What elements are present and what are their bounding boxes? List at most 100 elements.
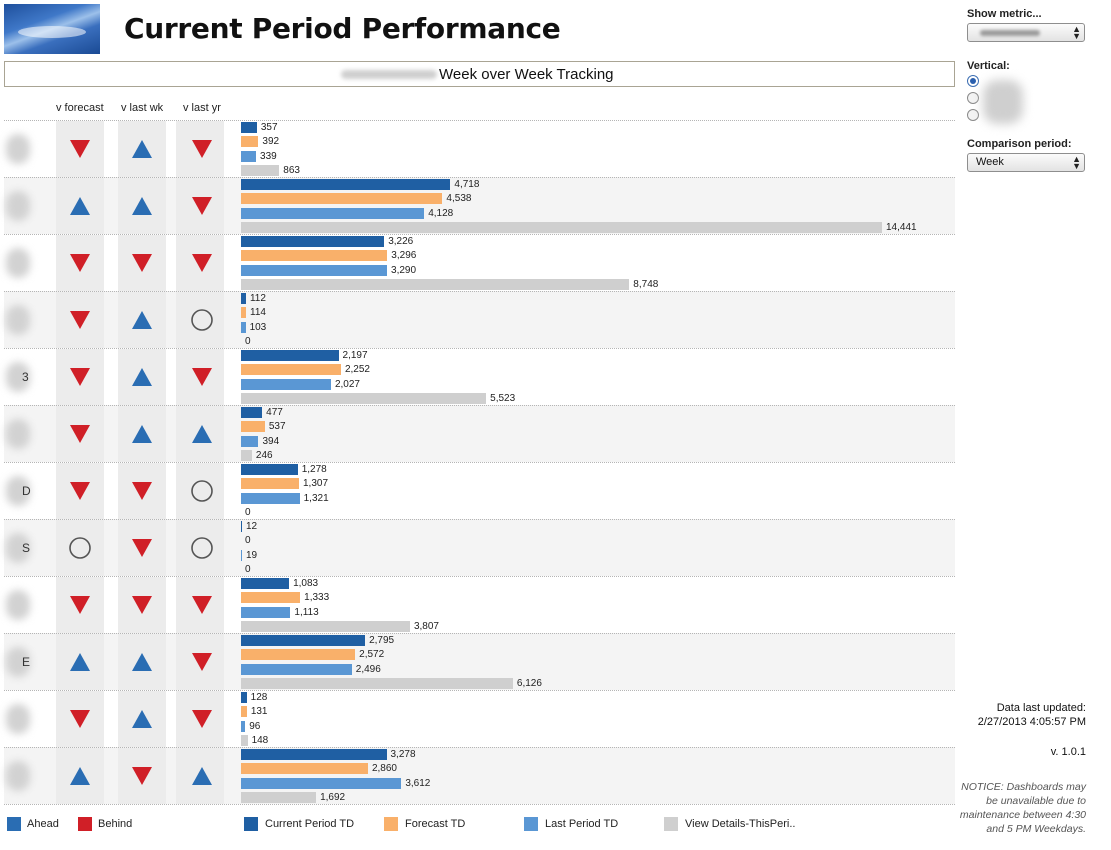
legend-last-period-label[interactable]: Last Period TD: [545, 818, 618, 830]
bar-forecast[interactable]: [241, 592, 301, 604]
bar-last-period[interactable]: [241, 720, 246, 732]
legend-ahead-swatch[interactable]: [7, 817, 21, 831]
bar-current[interactable]: [241, 749, 387, 760]
legend-forecast-swatch[interactable]: [384, 817, 398, 831]
redacted-vertical-options: [983, 80, 1023, 124]
col-header-v-last-wk: v last wk: [121, 102, 164, 114]
bar-current[interactable]: [241, 464, 298, 475]
bar-forecast[interactable]: [241, 478, 299, 490]
neutral-circle-icon: [68, 536, 92, 560]
bar-details[interactable]: [241, 392, 487, 404]
bar-details[interactable]: [241, 449, 252, 461]
bar-details[interactable]: [241, 677, 513, 689]
col-header-v-last-yr: v last yr: [183, 102, 221, 114]
metric-dropdown[interactable]: ▲ ▼: [967, 23, 1085, 42]
bar-last-period[interactable]: [241, 663, 352, 675]
bar-current[interactable]: [241, 179, 451, 190]
bar-forecast[interactable]: [241, 250, 388, 262]
bar-forecast[interactable]: [241, 421, 265, 433]
redacted-row-name: [6, 191, 30, 221]
behind-down-triangle-icon: [190, 194, 214, 218]
col-header-v-forecast: v forecast: [56, 102, 104, 114]
row-separator: [4, 519, 955, 520]
legend-behind-swatch[interactable]: [78, 817, 92, 831]
bar-details[interactable]: [241, 221, 882, 233]
legend-behind-label[interactable]: Behind: [98, 818, 132, 830]
bar-last-period[interactable]: [241, 378, 331, 390]
legend-details-label[interactable]: View Details-ThisPeri..: [685, 818, 795, 830]
bar-details[interactable]: [241, 164, 280, 176]
vertical-radio-3[interactable]: [967, 109, 979, 121]
legend-current-label[interactable]: Current Period TD: [265, 818, 354, 830]
bar-last-period[interactable]: [241, 264, 388, 276]
row-separator: [4, 177, 955, 178]
bar-current[interactable]: [241, 236, 385, 247]
bar-value-label: 1,083: [293, 578, 319, 589]
row-separator: [4, 348, 955, 349]
bar-last-period[interactable]: [241, 321, 246, 333]
legend-last-period-swatch[interactable]: [524, 817, 538, 831]
ahead-up-triangle-icon: [130, 650, 154, 674]
behind-down-triangle-icon: [190, 593, 214, 617]
bar-forecast[interactable]: [241, 763, 368, 775]
behind-down-triangle-icon: [68, 707, 92, 731]
legend-ahead-label[interactable]: Ahead: [27, 818, 59, 830]
bar-forecast[interactable]: [241, 364, 341, 376]
bar-current[interactable]: [241, 350, 339, 361]
ahead-up-triangle-icon: [190, 764, 214, 788]
bar-forecast[interactable]: [241, 649, 356, 661]
ahead-up-triangle-icon: [190, 422, 214, 446]
bar-value-label: 1,307: [303, 478, 329, 490]
bar-last-period[interactable]: [241, 207, 425, 219]
bar-value-label: 2,795: [369, 635, 395, 646]
bar-last-period[interactable]: [241, 150, 257, 162]
bar-current[interactable]: [241, 635, 366, 646]
bar-current[interactable]: [241, 521, 242, 532]
bar-value-label: 2,572: [359, 649, 385, 661]
neutral-circle-icon: [190, 536, 214, 560]
bar-details[interactable]: [241, 620, 410, 632]
legend-forecast-label[interactable]: Forecast TD: [405, 818, 465, 830]
redacted-metric-value: [980, 30, 1040, 36]
row-separator: [4, 747, 955, 748]
bar-forecast[interactable]: [241, 136, 259, 148]
bar-current[interactable]: [241, 407, 263, 418]
bar-forecast[interactable]: [241, 193, 443, 205]
bar-current[interactable]: [241, 692, 247, 703]
bar-value-label: 1,113: [294, 606, 319, 618]
ahead-up-triangle-icon: [68, 650, 92, 674]
bar-last-period[interactable]: [241, 435, 259, 447]
behind-down-triangle-icon: [130, 764, 154, 788]
ahead-up-triangle-icon: [130, 137, 154, 161]
legend-current-swatch[interactable]: [244, 817, 258, 831]
bar-last-period[interactable]: [241, 606, 291, 618]
vertical-radio-1[interactable]: [967, 75, 979, 87]
row-name-fragment: 3: [22, 370, 29, 384]
neutral-circle-icon: [190, 479, 214, 503]
data-updated-value: 2/27/2013 4:05:57 PM: [977, 716, 1086, 728]
bar-forecast[interactable]: [241, 307, 247, 319]
bar-last-period[interactable]: [241, 549, 242, 561]
bar-details[interactable]: [241, 791, 317, 803]
company-logo: [4, 4, 100, 54]
row-separator: [4, 804, 955, 805]
legend-details-swatch[interactable]: [664, 817, 678, 831]
bar-value-label: 0: [245, 535, 251, 547]
bar-details[interactable]: [241, 734, 248, 746]
bar-details[interactable]: [241, 278, 630, 290]
redacted-row-name: [6, 704, 30, 734]
bar-current[interactable]: [241, 122, 257, 133]
maintenance-notice: NOTICE: Dashboards may be unavailable du…: [959, 781, 1086, 835]
bar-value-label: 8,748: [633, 278, 659, 290]
vertical-radio-2[interactable]: [967, 92, 979, 104]
bar-value-label: 477: [266, 407, 283, 418]
bar-last-period[interactable]: [241, 492, 300, 504]
bar-current[interactable]: [241, 293, 246, 304]
bar-value-label: 6,126: [516, 677, 542, 689]
bar-value-label: 392: [262, 136, 280, 148]
bar-value-label: 2,027: [334, 378, 360, 390]
comparison-period-dropdown[interactable]: Week ▲ ▼: [967, 153, 1085, 172]
bar-current[interactable]: [241, 578, 290, 589]
bar-forecast[interactable]: [241, 706, 247, 718]
bar-last-period[interactable]: [241, 777, 402, 789]
